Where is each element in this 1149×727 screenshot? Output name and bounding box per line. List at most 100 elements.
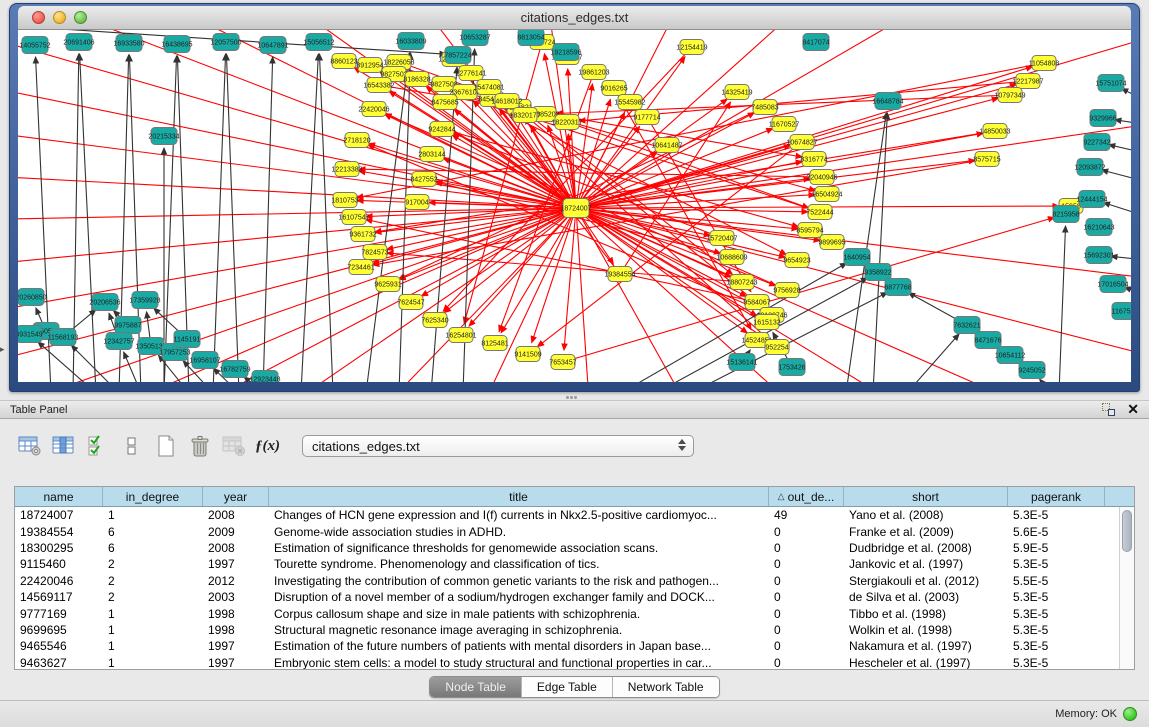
graph-node-label: 20691406 bbox=[63, 40, 94, 47]
zoom-window-button[interactable] bbox=[74, 11, 87, 24]
graph-node-label: 7857224 bbox=[444, 53, 471, 60]
table-row[interactable]: 1456911722003Disruption of a novel membe… bbox=[15, 589, 1134, 605]
graph-node-label: 16438695 bbox=[161, 42, 192, 49]
network-window-titlebar[interactable]: citations_edges.txt bbox=[18, 6, 1131, 30]
graph-node-label: 18320177 bbox=[509, 113, 540, 120]
column-header-out-de-[interactable]: △out_de... bbox=[769, 487, 844, 506]
graph-node-label: 8186328 bbox=[403, 77, 430, 84]
table-cell: 2008 bbox=[203, 540, 269, 556]
table-row[interactable]: 946554611997Estimation of the future num… bbox=[15, 638, 1134, 654]
close-panel-icon[interactable]: ✕ bbox=[1127, 403, 1139, 416]
graph-node-label: 16933580 bbox=[113, 41, 144, 48]
table-cell: Stergiakouli et al. (2012) bbox=[844, 573, 1008, 589]
table-row[interactable]: 977716911998Corpus callosum shape and si… bbox=[15, 605, 1134, 621]
new-document-button[interactable] bbox=[152, 433, 179, 459]
table-row[interactable]: 1938455462009Genome-wide association stu… bbox=[15, 523, 1134, 539]
table-cell: 5.9E-5 bbox=[1008, 540, 1105, 556]
table-settings-button[interactable] bbox=[16, 433, 43, 459]
table-selector-value: citations_edges.txt bbox=[312, 439, 420, 454]
table-cell: 2008 bbox=[203, 507, 269, 523]
graph-node-label: 10641487 bbox=[651, 143, 682, 150]
graph-node-label: 15545982 bbox=[614, 100, 645, 107]
graph-node-label: 22420046 bbox=[358, 107, 389, 114]
tab-node-table[interactable]: Node Table bbox=[430, 677, 522, 697]
graph-node-label: 20215334 bbox=[148, 134, 179, 141]
graph-node-label: 15720407 bbox=[706, 236, 737, 243]
citation-edge-red bbox=[18, 30, 576, 208]
table-row[interactable]: 946362711997Embryonic stem cells: a mode… bbox=[15, 655, 1134, 670]
graph-node-label: 9625931 bbox=[374, 282, 401, 289]
minimize-window-button[interactable] bbox=[53, 11, 66, 24]
column-header-short[interactable]: short bbox=[844, 487, 1008, 506]
row-pair-button[interactable] bbox=[118, 433, 145, 459]
graph-node-label: 2803144 bbox=[418, 152, 445, 159]
table-cell: 2003 bbox=[203, 589, 269, 605]
citation-edge-black bbox=[1040, 379, 1051, 382]
function-fx-button[interactable]: ƒ(x) bbox=[254, 433, 281, 459]
table-panel-header: Table Panel ✕ bbox=[0, 400, 1149, 419]
table-cell: Changes of HCN gene expression and I(f) … bbox=[269, 507, 769, 523]
graph-node-label: 19218596 bbox=[550, 50, 581, 57]
graph-node-label: 8427552 bbox=[410, 177, 437, 184]
table-tabbar: Node TableEdge TableNetwork Table bbox=[0, 672, 1149, 702]
graph-node-label: 9361732 bbox=[349, 232, 376, 239]
table-cell: Genome-wide association studies in ADHD. bbox=[269, 523, 769, 539]
graph-node-label: 12923448 bbox=[249, 377, 280, 383]
graph-node-label: 16107547 bbox=[338, 215, 369, 222]
citation-edge-black bbox=[319, 54, 333, 382]
table-scrollbar[interactable] bbox=[1119, 507, 1134, 669]
table-row[interactable]: 1830029562008Estimation of significance … bbox=[15, 540, 1134, 556]
table-cell: 9463627 bbox=[15, 655, 103, 670]
select-checks-button[interactable] bbox=[84, 433, 111, 459]
column-header-title[interactable]: title bbox=[269, 487, 769, 506]
graph-node-label: 12213383 bbox=[331, 167, 362, 174]
column-header-year[interactable]: year bbox=[203, 487, 269, 506]
memory-ok-indicator[interactable] bbox=[1123, 707, 1137, 721]
graph-node-label: 9654923 bbox=[783, 258, 810, 265]
network-window-title: citations_edges.txt bbox=[521, 10, 629, 25]
table-panel-body: ƒ(x) citations_edges.txt namein_degreeye… bbox=[0, 419, 1149, 700]
table-cell: 2012 bbox=[203, 573, 269, 589]
graph-node-label: 7234461 bbox=[347, 265, 374, 272]
column-header-in-degree[interactable]: in_degree bbox=[103, 487, 203, 506]
delete-trash-button[interactable] bbox=[186, 433, 213, 459]
table-row[interactable]: 2242004622012Investigating the contribut… bbox=[15, 573, 1134, 589]
graph-node-label: 9177714 bbox=[633, 115, 660, 122]
network-canvas[interactable]: 1872400788601238912954182260589827502165… bbox=[18, 30, 1131, 382]
column-select-button[interactable] bbox=[50, 433, 77, 459]
graph-node-label: 9245052 bbox=[1018, 368, 1045, 375]
graph-node-label: 19384554 bbox=[604, 272, 635, 279]
graph-node-label: 9016265 bbox=[600, 86, 627, 93]
scrollbar-thumb[interactable] bbox=[1122, 510, 1132, 552]
table-selector-dropdown[interactable]: citations_edges.txt bbox=[302, 435, 694, 457]
graph-node-label: 15692301 bbox=[1083, 253, 1114, 260]
graph-node-label: 3931549 bbox=[18, 332, 43, 339]
collapse-arrow-icon[interactable]: ▸ bbox=[0, 344, 5, 355]
graph-node-label: 14850033 bbox=[979, 129, 1010, 136]
float-panel-icon[interactable] bbox=[1102, 403, 1115, 416]
table-row[interactable]: 1872400712008Changes of HCN gene express… bbox=[15, 507, 1134, 523]
close-window-button[interactable] bbox=[32, 11, 45, 24]
tab-edge-table[interactable]: Edge Table bbox=[522, 677, 613, 697]
graph-node-label: 8471676 bbox=[974, 338, 1001, 345]
table-cell: Wolkin et al. (1998) bbox=[844, 622, 1008, 638]
table-cell: 49 bbox=[769, 507, 844, 523]
table-cell: 19384554 bbox=[15, 523, 103, 539]
table-cell: 5.3E-5 bbox=[1008, 556, 1105, 572]
window-controls bbox=[32, 11, 87, 24]
table-cell: 0 bbox=[769, 622, 844, 638]
table-row[interactable]: 911546021997Tourette syndrome. Phenomeno… bbox=[15, 556, 1134, 572]
column-header-name[interactable]: name bbox=[15, 487, 103, 506]
graph-node-label: 7624547 bbox=[397, 300, 424, 307]
table-cell: 1 bbox=[103, 605, 203, 621]
column-header-pagerank[interactable]: pagerank bbox=[1008, 487, 1105, 506]
table-cell: 18724007 bbox=[15, 507, 103, 523]
table-cell: Dudbridge et al. (2008) bbox=[844, 540, 1008, 556]
graph-node-label: 16254801 bbox=[445, 333, 476, 340]
graph-node-label: 9329966 bbox=[1089, 116, 1116, 123]
graph-node-label: 9242844 bbox=[428, 127, 455, 134]
table-cell: 1 bbox=[103, 507, 203, 523]
tab-network-table[interactable]: Network Table bbox=[613, 677, 719, 697]
table-cell: 0 bbox=[769, 605, 844, 621]
table-row[interactable]: 969969511998Structural magnetic resonanc… bbox=[15, 622, 1134, 638]
